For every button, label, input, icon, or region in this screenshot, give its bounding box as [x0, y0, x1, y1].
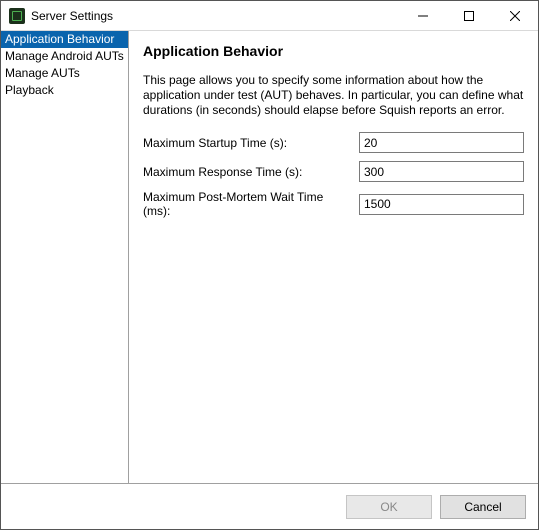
app-icon [9, 8, 25, 24]
minimize-icon [418, 11, 428, 21]
maximize-button[interactable] [446, 1, 492, 31]
sidebar: Application Behavior Manage Android AUTs… [1, 31, 129, 483]
page-description: This page allows you to specify some inf… [143, 73, 524, 118]
cancel-button[interactable]: Cancel [440, 495, 526, 519]
sidebar-item-manage-auts[interactable]: Manage AUTs [1, 65, 128, 82]
form-row-postmortem: Maximum Post-Mortem Wait Time (ms): [143, 190, 524, 218]
titlebar: Server Settings [1, 1, 538, 31]
input-postmortem-wait[interactable] [359, 194, 524, 215]
form-row-startup: Maximum Startup Time (s): [143, 132, 524, 153]
input-startup-time[interactable] [359, 132, 524, 153]
dialog-body: Application Behavior Manage Android AUTs… [1, 31, 538, 483]
window-title: Server Settings [31, 9, 113, 23]
label-response-time: Maximum Response Time (s): [143, 165, 353, 179]
form-row-response: Maximum Response Time (s): [143, 161, 524, 182]
label-postmortem-wait: Maximum Post-Mortem Wait Time (ms): [143, 190, 353, 218]
maximize-icon [464, 11, 474, 21]
close-icon [510, 11, 520, 21]
minimize-button[interactable] [400, 1, 446, 31]
sidebar-item-application-behavior[interactable]: Application Behavior [1, 31, 128, 48]
sidebar-item-manage-android-auts[interactable]: Manage Android AUTs [1, 48, 128, 65]
label-startup-time: Maximum Startup Time (s): [143, 136, 353, 150]
sidebar-item-playback[interactable]: Playback [1, 82, 128, 99]
content-pane: Application Behavior This page allows yo… [129, 31, 538, 483]
dialog-footer: OK Cancel [1, 483, 538, 529]
ok-button[interactable]: OK [346, 495, 432, 519]
close-button[interactable] [492, 1, 538, 31]
page-heading: Application Behavior [143, 43, 524, 59]
input-response-time[interactable] [359, 161, 524, 182]
